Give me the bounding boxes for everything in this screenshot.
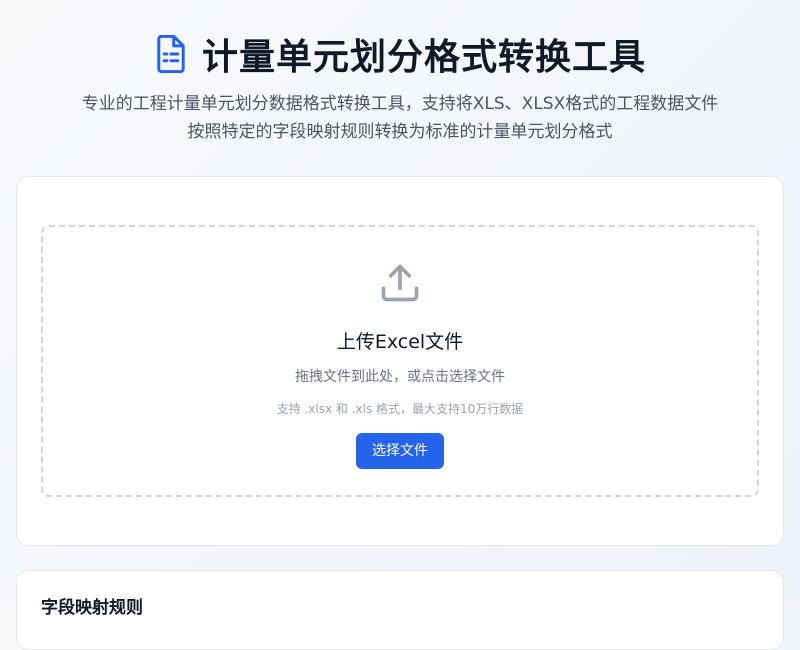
page-header: 计量单元划分格式转换工具 专业的工程计量单元划分数据格式转换工具，支持将XLS、… (0, 0, 800, 146)
mapping-title: 字段映射规则 (41, 598, 143, 618)
select-file-button[interactable]: 选择文件 (356, 433, 444, 469)
page-subtitle: 专业的工程计量单元划分数据格式转换工具，支持将XLS、XLSX格式的工程数据文件… (0, 90, 800, 146)
file-drop-zone[interactable]: 上传Excel文件 拖拽文件到此处，或点击选择文件 支持 .xlsx 和 .xl… (41, 225, 759, 497)
subtitle-line-2: 按照特定的字段映射规则转换为标准的计量单元划分格式 (187, 122, 613, 142)
page-title: 计量单元划分格式转换工具 (201, 37, 646, 78)
mapping-card: 字段映射规则 (16, 570, 784, 650)
upload-formats: 支持 .xlsx 和 .xls 格式，最大支持10万行数据 (276, 402, 524, 416)
upload-hint: 拖拽文件到此处，或点击选择文件 (295, 369, 505, 385)
upload-icon (381, 264, 419, 302)
subtitle-line-1: 专业的工程计量单元划分数据格式转换工具，支持将XLS、XLSX格式的工程数据文件 (81, 94, 719, 114)
document-icon (157, 35, 185, 73)
title-row: 计量单元划分格式转换工具 (0, 30, 800, 78)
upload-title: 上传Excel文件 (336, 331, 464, 353)
upload-card: 上传Excel文件 拖拽文件到此处，或点击选择文件 支持 .xlsx 和 .xl… (16, 176, 784, 546)
